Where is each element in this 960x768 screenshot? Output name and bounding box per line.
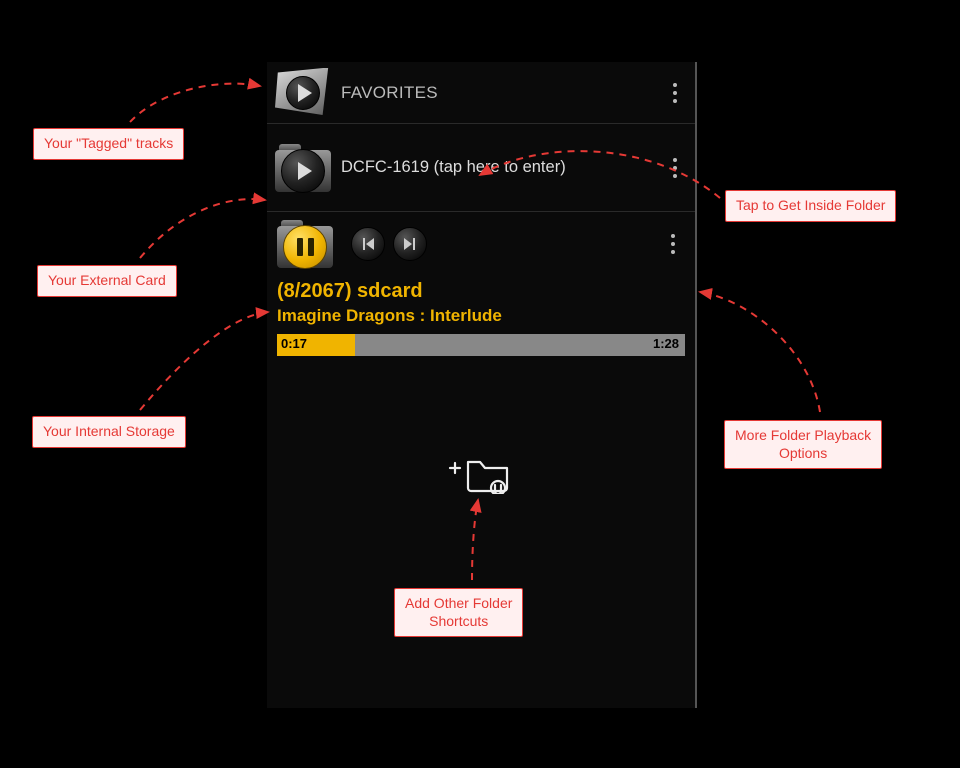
play-icon	[281, 149, 325, 193]
prev-track-button[interactable]	[351, 227, 385, 261]
callout-tap-inside: Tap to Get Inside Folder	[725, 190, 896, 222]
track-counter: (8/2067) sdcard	[277, 280, 423, 303]
next-track-button[interactable]	[393, 227, 427, 261]
sdcard-options-button[interactable]	[663, 234, 683, 254]
tagged-tracks-icon	[275, 68, 331, 118]
folder-label: DCFC-1619 (tap here to enter)	[341, 158, 566, 177]
track-title: Imagine Dragons : Interlude	[277, 306, 502, 326]
folder-icon	[277, 220, 333, 268]
folder-options-button[interactable]	[665, 158, 685, 178]
time-duration: 1:28	[653, 336, 679, 351]
play-icon	[286, 76, 320, 110]
callout-external-card: Your External Card	[37, 265, 177, 297]
progress-bar[interactable]: 0:17 1:28	[277, 334, 685, 356]
favorites-row[interactable]: FAVORITES	[267, 62, 695, 124]
callout-more-options: More Folder Playback Options	[724, 420, 882, 469]
pause-button[interactable]	[283, 225, 327, 269]
folder-row[interactable]: DCFC-1619 (tap here to enter)	[267, 124, 695, 212]
callout-add-shortcuts: Add Other Folder Shortcuts	[394, 588, 523, 637]
time-current: 0:17	[281, 336, 307, 351]
add-folder-shortcut-button[interactable]	[446, 448, 516, 494]
callout-internal-storage: Your Internal Storage	[32, 416, 186, 448]
folder-icon	[275, 144, 331, 192]
sdcard-row: (8/2067) sdcard Imagine Dragons : Interl…	[267, 212, 695, 366]
favorites-options-button[interactable]	[665, 83, 685, 103]
favorites-label: FAVORITES	[341, 83, 438, 103]
callout-tagged-tracks: Your "Tagged" tracks	[33, 128, 184, 160]
